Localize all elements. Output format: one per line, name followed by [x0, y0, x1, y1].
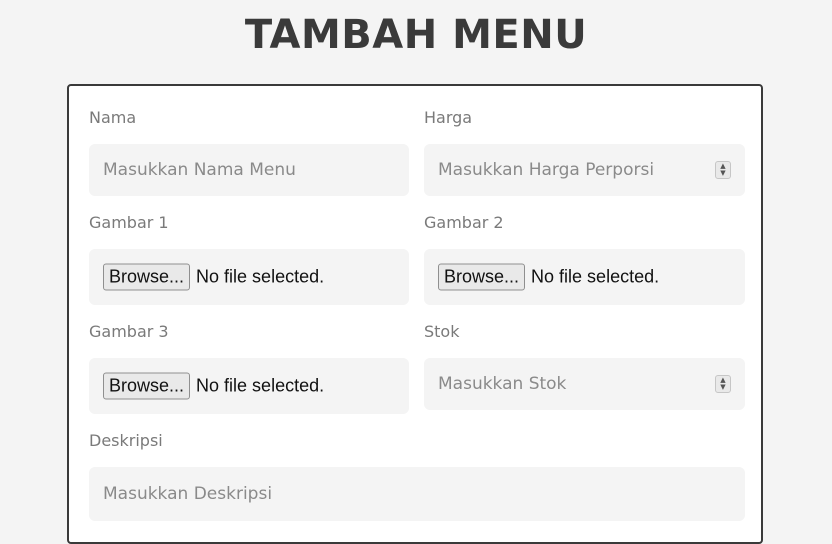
page-title: TAMBAH MENU	[244, 12, 588, 58]
harga-label: Harga	[424, 108, 473, 127]
gambar3-field: Browse... No file selected.	[89, 358, 409, 414]
add-menu-form: Nama Harga ▲▼ Gambar 1 Browse... No file…	[67, 84, 763, 544]
stok-spinner-icon[interactable]: ▲ ▼	[715, 375, 731, 393]
deskripsi-label: Deskripsi	[89, 431, 163, 450]
gambar2-label: Gambar 2	[424, 213, 504, 232]
deskripsi-input[interactable]	[89, 467, 745, 521]
stok-input[interactable]	[424, 358, 745, 410]
nama-field	[89, 144, 409, 196]
harga-spinner-icon[interactable]: ▲ ▼	[715, 161, 731, 179]
gambar1-file-input[interactable]: Browse... No file selected.	[103, 263, 325, 291]
gambar1-file-status: No file selected.	[196, 266, 325, 287]
gambar1-label: Gambar 1	[89, 213, 169, 232]
harga-field: ▲▼	[424, 144, 745, 196]
harga-input[interactable]	[424, 144, 745, 196]
gambar2-file-status: No file selected.	[531, 266, 660, 287]
stok-field: ▲▼	[424, 358, 745, 410]
deskripsi-field	[89, 467, 745, 521]
gambar1-browse-button[interactable]: Browse...	[103, 263, 191, 291]
gambar3-file-input[interactable]: Browse... No file selected.	[103, 372, 325, 400]
stok-label: Stok	[424, 322, 460, 341]
gambar2-file-input[interactable]: Browse... No file selected.	[438, 263, 660, 291]
nama-label: Nama	[89, 108, 137, 127]
gambar2-browse-button[interactable]: Browse...	[438, 263, 526, 291]
gambar3-label: Gambar 3	[89, 322, 169, 341]
gambar2-field: Browse... No file selected.	[424, 249, 745, 305]
gambar1-field: Browse... No file selected.	[89, 249, 409, 305]
gambar3-file-status: No file selected.	[196, 375, 325, 396]
gambar3-browse-button[interactable]: Browse...	[103, 372, 191, 400]
nama-input[interactable]	[89, 144, 409, 196]
